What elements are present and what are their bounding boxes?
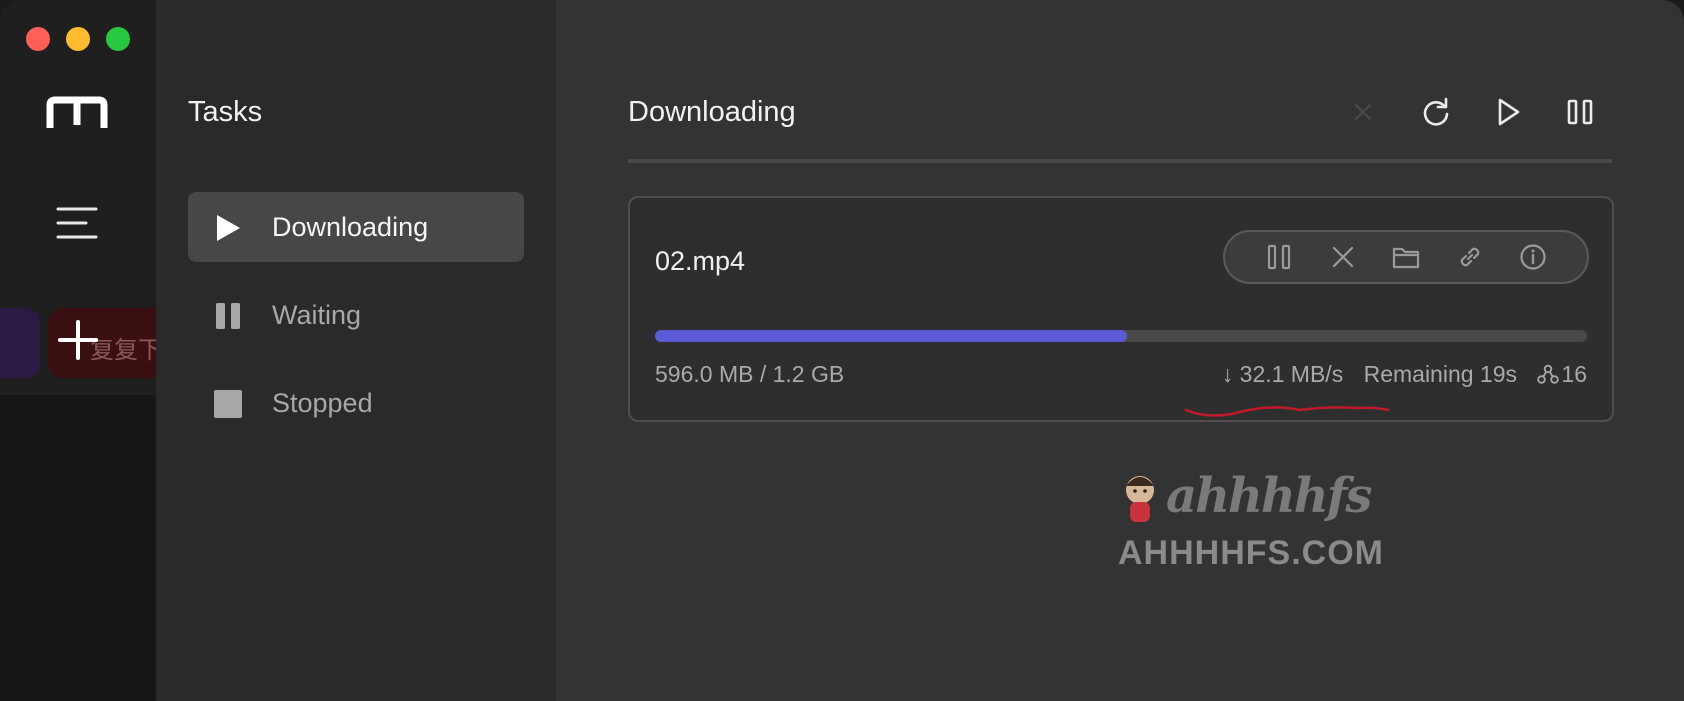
sidebar-item-stopped[interactable]: Stopped xyxy=(188,368,524,438)
sidebar-item-label: Stopped xyxy=(272,388,373,418)
task-card[interactable]: 02.mp4 596.0 MB / 1.2 GB ↓ 32.1 MB/s Rem… xyxy=(628,196,1614,422)
task-filename: 02.mp4 xyxy=(655,246,746,276)
watermark-mascot-icon xyxy=(1126,476,1154,522)
sidebar-item-waiting[interactable]: Waiting xyxy=(188,280,524,350)
task-speed: ↓ 32.1 MB/s xyxy=(1221,361,1344,387)
sidebar-item-label: Downloading xyxy=(272,212,429,242)
task-remaining: Remaining 19s xyxy=(1363,361,1518,387)
task-connections: 16 xyxy=(1537,361,1587,387)
folder-icon[interactable] xyxy=(1392,243,1420,271)
close-window-button[interactable] xyxy=(26,27,50,51)
background-app-text: 复复下 xyxy=(90,337,162,364)
progress-bar-fill xyxy=(655,330,1127,342)
stop-icon xyxy=(214,390,242,418)
zoom-window-button[interactable] xyxy=(106,27,130,51)
sidebar-item-label: Waiting xyxy=(272,300,362,330)
watermark: ahhhhfs AHHHHFS.COM xyxy=(1118,468,1438,578)
pause-icon xyxy=(216,303,240,329)
plus-icon[interactable] xyxy=(58,320,98,360)
watermark-domain: AHHHHFS.COM xyxy=(1118,534,1384,572)
hamburger-menu-icon[interactable] xyxy=(56,206,100,240)
info-icon[interactable] xyxy=(1519,243,1547,271)
motrix-logo-icon[interactable] xyxy=(46,96,108,128)
task-size: 596.0 MB / 1.2 GB xyxy=(655,361,845,387)
resume-all-icon[interactable] xyxy=(1490,94,1526,130)
progress-bar xyxy=(655,330,1587,342)
task-connections-count: 16 xyxy=(1561,361,1587,387)
delete-icon[interactable] xyxy=(1329,243,1357,271)
annotation-underline xyxy=(1184,406,1390,417)
link-icon[interactable] xyxy=(1456,243,1484,271)
background-app-tile xyxy=(0,308,40,378)
minimize-window-button[interactable] xyxy=(66,27,90,51)
refresh-icon[interactable] xyxy=(1418,94,1454,130)
watermark-script: ahhhhfs xyxy=(1166,468,1372,524)
pause-icon[interactable] xyxy=(1265,243,1293,271)
pause-all-icon[interactable] xyxy=(1562,94,1598,130)
play-icon xyxy=(217,215,240,241)
app-window: 复复下 Tasks Downloading Waiting Stopped Do… xyxy=(0,0,1684,701)
sidebar-title: Tasks xyxy=(188,96,263,128)
task-stats: ↓ 32.1 MB/s Remaining 19s 16 xyxy=(1208,361,1587,388)
header-divider xyxy=(628,159,1612,163)
task-action-bar xyxy=(1223,230,1589,284)
connections-icon xyxy=(1537,364,1560,384)
sidebar-item-downloading[interactable]: Downloading xyxy=(188,192,524,262)
clear-icon[interactable] xyxy=(1345,94,1381,130)
page-title: Downloading xyxy=(628,96,796,128)
icon-rail: 复复下 xyxy=(0,0,188,701)
